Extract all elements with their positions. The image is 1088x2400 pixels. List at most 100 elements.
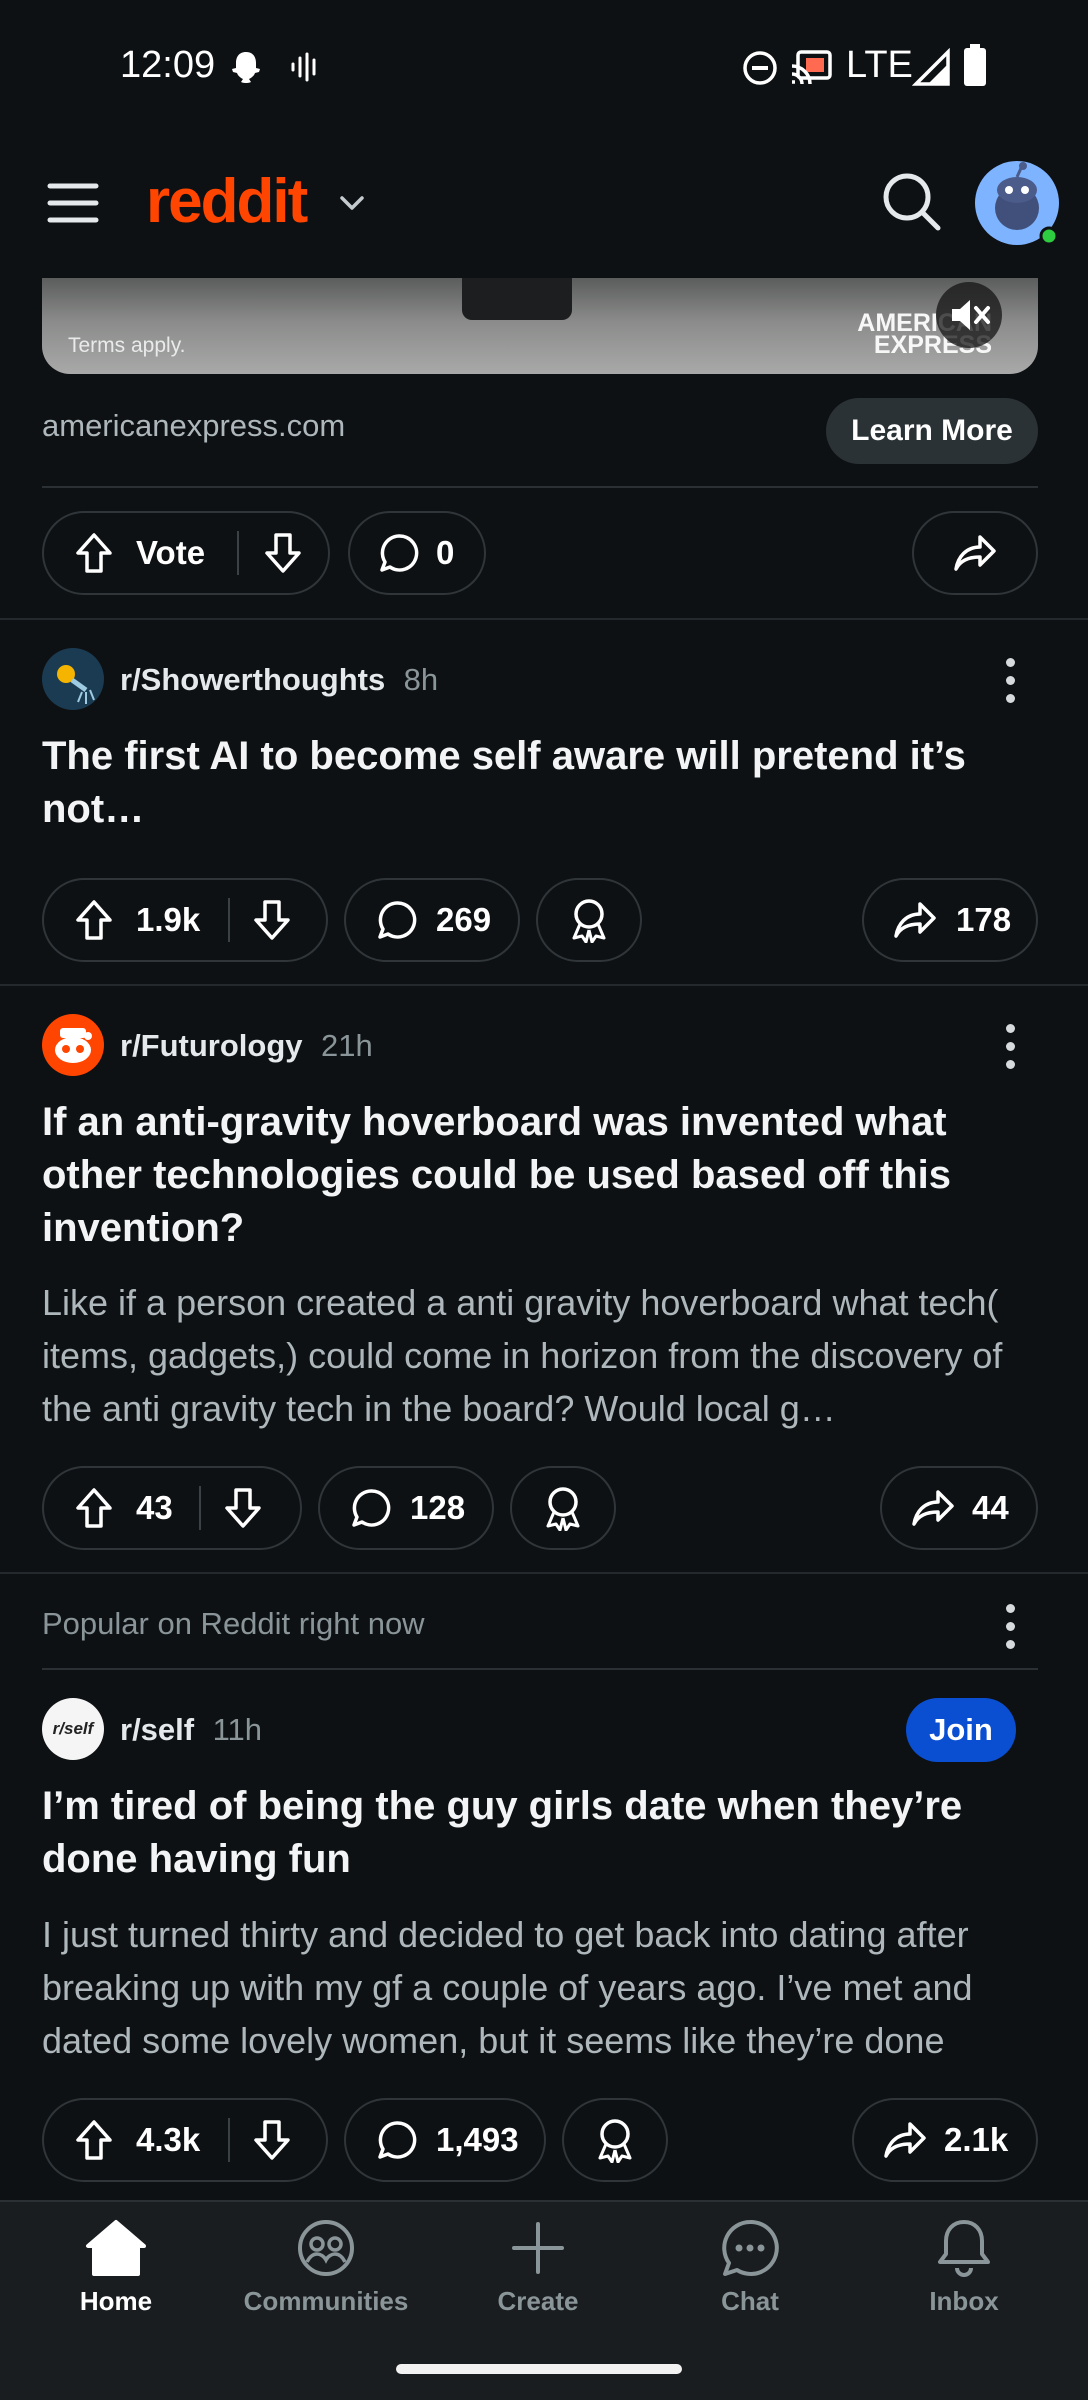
- ad-image-object: [462, 278, 572, 320]
- post-meta: r/Futurology 21h: [120, 1028, 373, 1064]
- vote-count: 1.9k: [136, 901, 201, 938]
- section-divider: [42, 1668, 1038, 1670]
- vote-separator: [237, 531, 240, 575]
- nav-create[interactable]: Create: [448, 2218, 628, 2317]
- learn-more-button[interactable]: Learn More: [826, 398, 1038, 464]
- downvote-icon[interactable]: [252, 2118, 292, 2162]
- menu-icon[interactable]: [46, 180, 100, 226]
- gesture-bar[interactable]: [396, 2364, 682, 2374]
- vote-group: 43: [42, 1466, 302, 1550]
- award-button[interactable]: [562, 2098, 668, 2182]
- join-button[interactable]: Join: [906, 1698, 1016, 1762]
- upvote-icon[interactable]: [74, 1486, 114, 1530]
- status-time: 12:09: [120, 44, 216, 86]
- comment-icon: [376, 2119, 418, 2161]
- more-options-icon[interactable]: [1006, 658, 1018, 712]
- subreddit-name[interactable]: r/Futurology: [120, 1028, 303, 1063]
- vote-separator: [228, 898, 231, 942]
- award-button[interactable]: [510, 1466, 616, 1550]
- comment-count: 1,493: [436, 2121, 519, 2158]
- comments-button[interactable]: 128: [318, 1466, 494, 1550]
- upvote-icon[interactable]: [74, 2118, 114, 2162]
- share-button[interactable]: 44: [880, 1466, 1038, 1550]
- nav-create-label: Create: [497, 2286, 579, 2316]
- share-count: 178: [956, 901, 1012, 938]
- share-button[interactable]: 178: [862, 878, 1038, 962]
- vote-separator: [198, 1486, 201, 1530]
- comment-count: 0: [436, 534, 455, 571]
- comment-icon: [378, 532, 420, 574]
- nav-inbox[interactable]: Inbox: [874, 2218, 1054, 2317]
- nav-chat-label: Chat: [721, 2286, 779, 2316]
- vote-group: 1.9k: [42, 878, 328, 962]
- plus-icon: [448, 2218, 628, 2278]
- downvote-icon[interactable]: [223, 1486, 263, 1530]
- ad-domain-link[interactable]: americanexpress.com: [42, 408, 345, 444]
- subreddit-name[interactable]: r/self: [120, 1712, 194, 1747]
- nav-divider: [0, 2200, 1088, 2202]
- comments-button[interactable]: 0: [348, 511, 486, 595]
- feed-divider: [0, 618, 1088, 620]
- nav-chat[interactable]: Chat: [660, 2218, 840, 2317]
- feed-divider: [0, 1572, 1088, 1574]
- award-icon: [542, 1485, 584, 1531]
- post-meta: r/self 11h: [120, 1712, 262, 1748]
- chevron-down-icon[interactable]: [338, 194, 366, 214]
- vote-group: Vote: [42, 511, 330, 595]
- subreddit-avatar-showerthoughts[interactable]: [42, 648, 104, 710]
- search-icon[interactable]: [880, 170, 944, 234]
- share-button[interactable]: [912, 511, 1038, 595]
- share-icon: [910, 1488, 956, 1528]
- nav-inbox-label: Inbox: [929, 2286, 999, 2316]
- nav-communities[interactable]: Communities: [236, 2218, 416, 2317]
- snapchat-icon: [226, 48, 266, 88]
- mute-icon[interactable]: [936, 282, 1002, 348]
- downvote-icon[interactable]: [252, 898, 292, 942]
- share-icon: [952, 533, 998, 573]
- subreddit-name[interactable]: r/Showerthoughts: [120, 662, 385, 697]
- nav-home-label: Home: [79, 2286, 153, 2316]
- nav-communities-label: Communities: [243, 2286, 409, 2316]
- more-options-icon[interactable]: [1006, 1604, 1018, 1658]
- post-title[interactable]: If an anti-gravity hoverboard was invent…: [42, 1096, 1052, 1255]
- vote-count: 43: [136, 1489, 173, 1526]
- share-icon: [892, 900, 938, 940]
- communities-icon: [236, 2218, 416, 2278]
- comment-count: 269: [436, 901, 492, 938]
- nav-home[interactable]: Home: [26, 2218, 206, 2317]
- avatar[interactable]: [974, 160, 1060, 246]
- share-button[interactable]: 2.1k: [852, 2098, 1038, 2182]
- comment-icon: [350, 1487, 392, 1529]
- comments-button[interactable]: 1,493: [344, 2098, 546, 2182]
- ad-media[interactable]: Terms apply. AMERICAN EXPRESS: [42, 278, 1038, 374]
- more-options-icon[interactable]: [1006, 1024, 1018, 1078]
- home-icon: [26, 2218, 206, 2278]
- comment-icon: [376, 899, 418, 941]
- share-icon: [882, 2120, 928, 2160]
- upvote-icon[interactable]: [74, 898, 114, 942]
- comments-button[interactable]: 269: [344, 878, 520, 962]
- reddit-logo[interactable]: reddit: [146, 166, 308, 237]
- award-button[interactable]: [536, 878, 642, 962]
- section-label: Popular on Reddit right now: [42, 1606, 425, 1641]
- post-body[interactable]: I just turned thirty and decided to get …: [42, 1908, 1042, 2067]
- comment-count: 128: [410, 1489, 466, 1526]
- post-title[interactable]: I’m tired of being the guy girls date wh…: [42, 1780, 1052, 1886]
- award-icon: [594, 2117, 636, 2163]
- post-age: 8h: [403, 662, 439, 697]
- downvote-icon[interactable]: [263, 531, 303, 575]
- battery-icon: [962, 44, 988, 88]
- cast-icon: [790, 48, 834, 88]
- vote-separator: [228, 2118, 231, 2162]
- subreddit-avatar-self[interactable]: r/self: [42, 1698, 104, 1760]
- post-age: 21h: [321, 1028, 373, 1063]
- post-age: 11h: [212, 1712, 262, 1747]
- share-count: 2.1k: [944, 2121, 1009, 2158]
- post-title[interactable]: The first AI to become self aware will p…: [42, 730, 1052, 836]
- ad-terms: Terms apply.: [68, 334, 186, 357]
- post-body[interactable]: Like if a person created a anti gravity …: [42, 1276, 1042, 1435]
- subreddit-avatar-futurology[interactable]: [42, 1014, 104, 1076]
- vote-label: Vote: [136, 534, 206, 571]
- bell-icon: [874, 2218, 1054, 2278]
- upvote-icon[interactable]: [74, 531, 114, 575]
